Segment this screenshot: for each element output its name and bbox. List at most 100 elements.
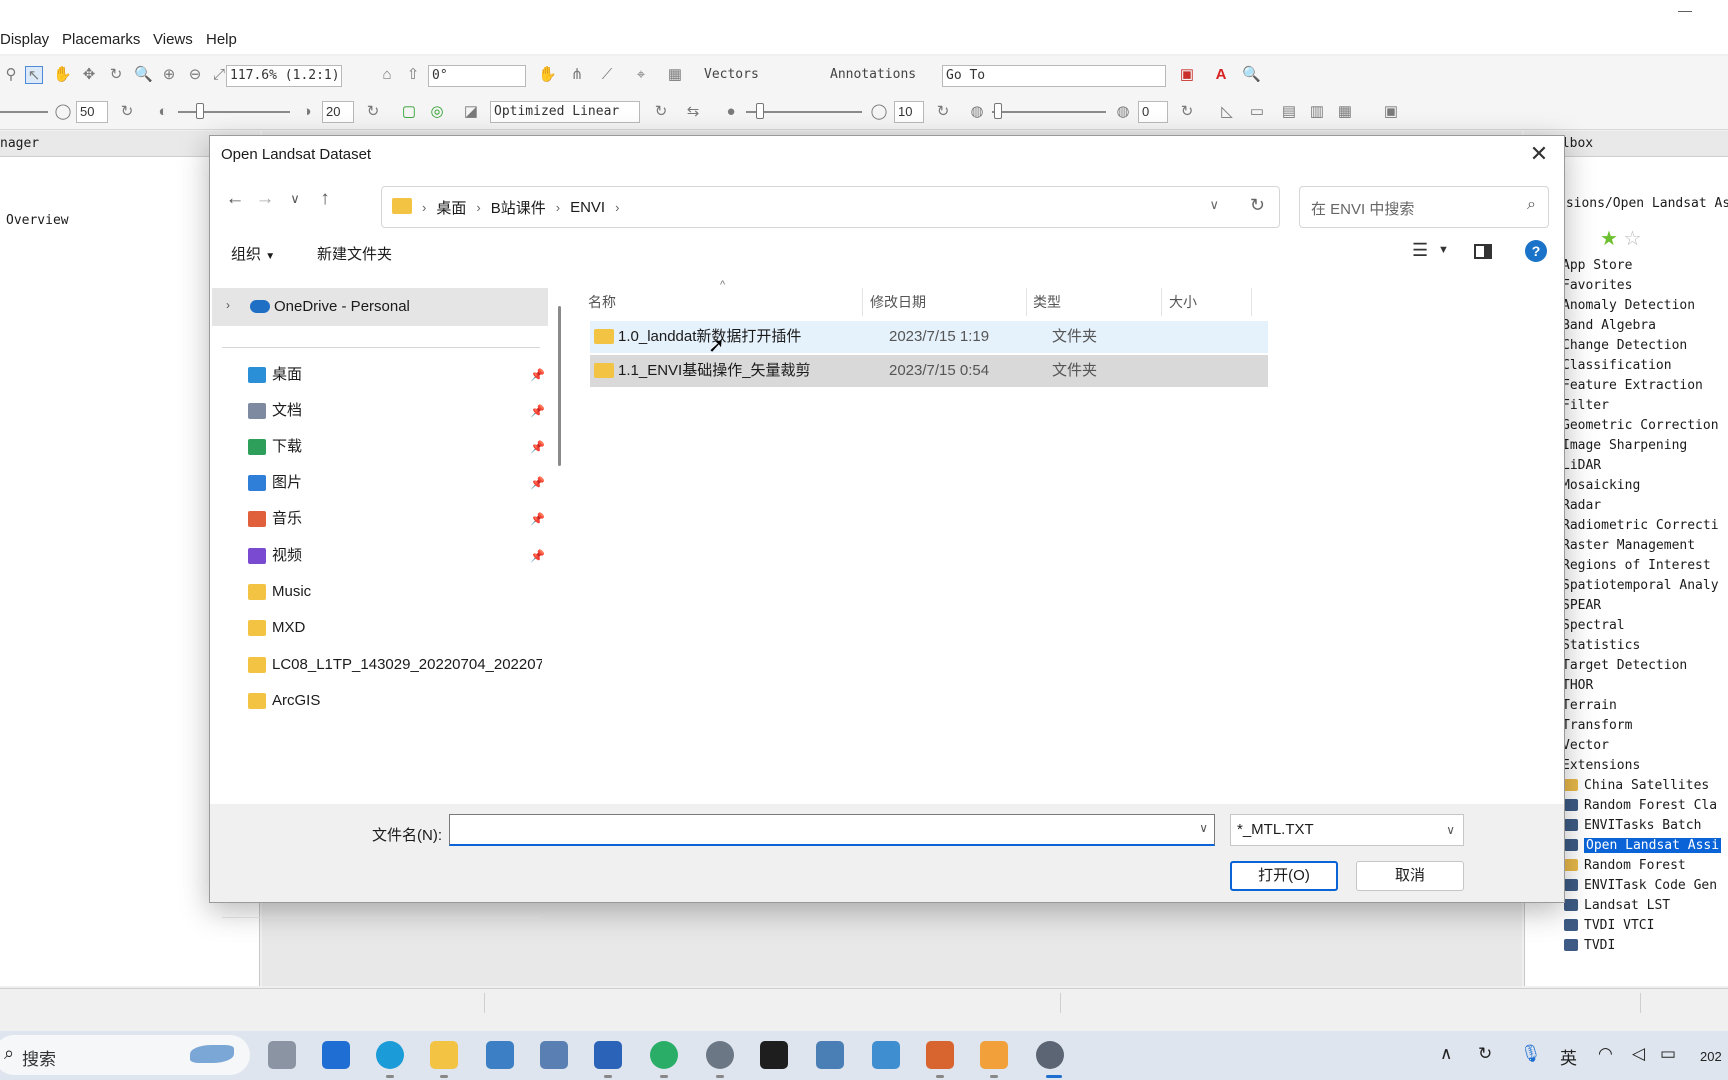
new-folder-button[interactable]: 新建文件夹 [317,243,392,264]
search-icon[interactable]: 🔍 [1242,66,1261,84]
sharpen-slider-knob[interactable] [756,103,764,119]
menu-help[interactable]: Help [206,31,237,48]
chart-app-icon[interactable] [816,1041,844,1069]
address-bar[interactable]: › 桌面 › B站课件 › ENVI › ∨ ↻ [381,186,1280,228]
nav-item[interactable]: 音乐 📌 [248,504,548,534]
stretch-full-icon[interactable]: ▢ [400,103,418,121]
histogram-icon[interactable]: ⇆ [684,103,702,121]
nav-item[interactable]: 视频 📌 [248,541,548,571]
export-icon[interactable]: ▣ [1178,66,1196,84]
toolbox-item[interactable]: Terrain [1540,696,1728,716]
vectors-menu[interactable]: Vectors [704,65,759,85]
nav-item[interactable]: 下载 📌 [248,432,548,462]
toolbox-item[interactable]: Band Algebra [1540,316,1728,336]
column-size[interactable]: 大小 [1169,292,1197,312]
menu-views[interactable]: Views [153,31,193,48]
microphone-icon[interactable]: 🎙 [1520,1044,1542,1064]
filetype-select[interactable]: *_MTL.TXT ∨ [1230,814,1464,846]
file-row[interactable]: 1.0_landdat新数据打开插件 2023/7/15 1:19 文件夹 [590,321,1268,353]
transparency-value[interactable]: 0 [1138,101,1168,123]
battery-icon[interactable]: ▭ [1660,1044,1676,1064]
column-divider[interactable] [1026,288,1027,316]
stretch-lock-icon[interactable]: ◪ [462,103,480,121]
envi-app-icon[interactable] [486,1041,514,1069]
toolbox-item[interactable]: ENVITask Code Gen [1562,876,1728,896]
toolbox-item[interactable]: Radiometric Correcti [1540,516,1728,536]
column-name[interactable]: 名称 [588,292,616,312]
select-cursor-icon[interactable]: ↖ [25,66,43,84]
contrast-value[interactable]: 20 [322,101,354,123]
nav-item[interactable]: MXD [248,613,548,643]
column-type[interactable]: 类型 [1033,292,1061,312]
nav-item[interactable]: 桌面 📌 [248,360,548,390]
toolbox-item[interactable]: Classification [1540,356,1728,376]
menu-display[interactable]: Display [0,31,49,48]
zoom-icon[interactable]: 🔍 [134,66,153,84]
clock[interactable]: 202 [1700,1049,1722,1064]
up-arrow-icon[interactable]: ↑ [312,186,338,212]
zoom-in-icon[interactable]: ⊕ [160,66,178,84]
add-favorite-icon[interactable]: ★ [1600,228,1618,250]
volume-muted-icon[interactable]: ◁ [1632,1044,1645,1064]
pin-icon[interactable]: 📌 [530,504,545,534]
breadcrumb-chevron-icon[interactable]: › [422,200,426,215]
minimize-icon[interactable]: — [1678,2,1692,18]
view-options-icon[interactable]: ☰ [1412,240,1428,261]
nav-item[interactable]: Music [248,577,548,607]
goto-field[interactable]: Go To [942,65,1166,87]
nav-item[interactable]: 图片 📌 [248,468,548,498]
zoom-level-field[interactable]: 117.6% (1.2:1) [226,65,342,87]
breadcrumb-courseware[interactable]: B站课件 [491,197,546,218]
back-arrow-icon[interactable]: ← [222,186,248,212]
breadcrumb-envi[interactable]: ENVI [570,199,605,216]
reset-icon[interactable]: ↻ [118,103,136,121]
input-method-indicator[interactable]: 英 [1560,1044,1577,1069]
wechat-icon[interactable] [650,1041,678,1069]
settings-gear-icon[interactable] [706,1041,734,1069]
refresh-icon[interactable]: ↻ [1250,195,1265,216]
reset-sharpen-icon[interactable]: ↻ [934,103,952,121]
brightness-slider[interactable] [0,111,48,113]
toolbox-item[interactable]: Image Sharpening [1540,436,1728,456]
breadcrumb-chevron-icon[interactable]: › [556,200,560,215]
search-input[interactable]: 在 ENVI 中搜索 ⌕ [1299,186,1549,228]
chevron-down-icon[interactable]: ∨ [1199,821,1208,835]
tiles-app-icon[interactable] [980,1041,1008,1069]
chart-icon[interactable]: ◺ [1218,103,1236,121]
pin-icon[interactable]: ⚲ [2,66,20,84]
remove-favorite-icon[interactable]: ☆ [1624,228,1642,250]
expand-chevron-icon[interactable]: › [226,298,230,312]
breadcrumb-desktop[interactable]: 桌面 [436,197,466,218]
nav-item[interactable]: 文档 📌 [248,396,548,426]
view-four-icon[interactable]: ▦ [1336,103,1354,121]
transparency-slider[interactable] [992,111,1106,113]
toolbox-item[interactable]: Favorites [1540,276,1728,296]
pin-icon[interactable]: 📌 [530,468,545,498]
address-dropdown-icon[interactable]: ∨ [1209,197,1219,213]
roi-icon[interactable]: ⌖ [632,66,650,84]
vertex-icon[interactable]: ⋔ [568,66,586,84]
toolbox-item[interactable]: Raster Management [1540,536,1728,556]
breadcrumb-chevron-icon[interactable]: › [476,200,480,215]
sync-icon[interactable]: ↻ [1478,1044,1492,1064]
taskbar-search[interactable]: ⌕ 搜索 [0,1035,250,1075]
file-row[interactable]: 1.1_ENVI基础操作_矢量裁剪 2023/7/15 0:54 文件夹 [590,355,1268,387]
filename-field[interactable]: ∨ [449,814,1215,846]
zoom-out-icon[interactable]: ⊖ [186,66,204,84]
tray-overflow-icon[interactable]: ∧ [1440,1044,1452,1064]
chevron-down-icon[interactable]: ∨ [1446,815,1455,845]
measure-icon[interactable]: ⟋ [598,66,616,84]
view-two-icon[interactable]: ▥ [1308,103,1326,121]
toolbox-item[interactable]: Feature Extraction [1540,376,1728,396]
overview-item[interactable]: Overview [6,213,69,228]
contrast-slider-knob[interactable] [196,103,204,119]
toolbox-item[interactable]: Radar [1540,496,1728,516]
crosshair-icon[interactable]: ✋ [538,66,557,84]
toolbox-item[interactable]: Geometric Correction [1540,416,1728,436]
nav-scrollbar[interactable] [558,306,561,466]
menu-placemarks[interactable]: Placemarks [62,31,140,48]
toolbox-item[interactable]: Vector [1540,736,1728,756]
pin-icon[interactable]: 📌 [530,432,545,462]
recent-locations-chevron-icon[interactable]: ∨ [282,186,308,212]
stretch-type-select[interactable]: Optimized Linear [490,101,640,123]
